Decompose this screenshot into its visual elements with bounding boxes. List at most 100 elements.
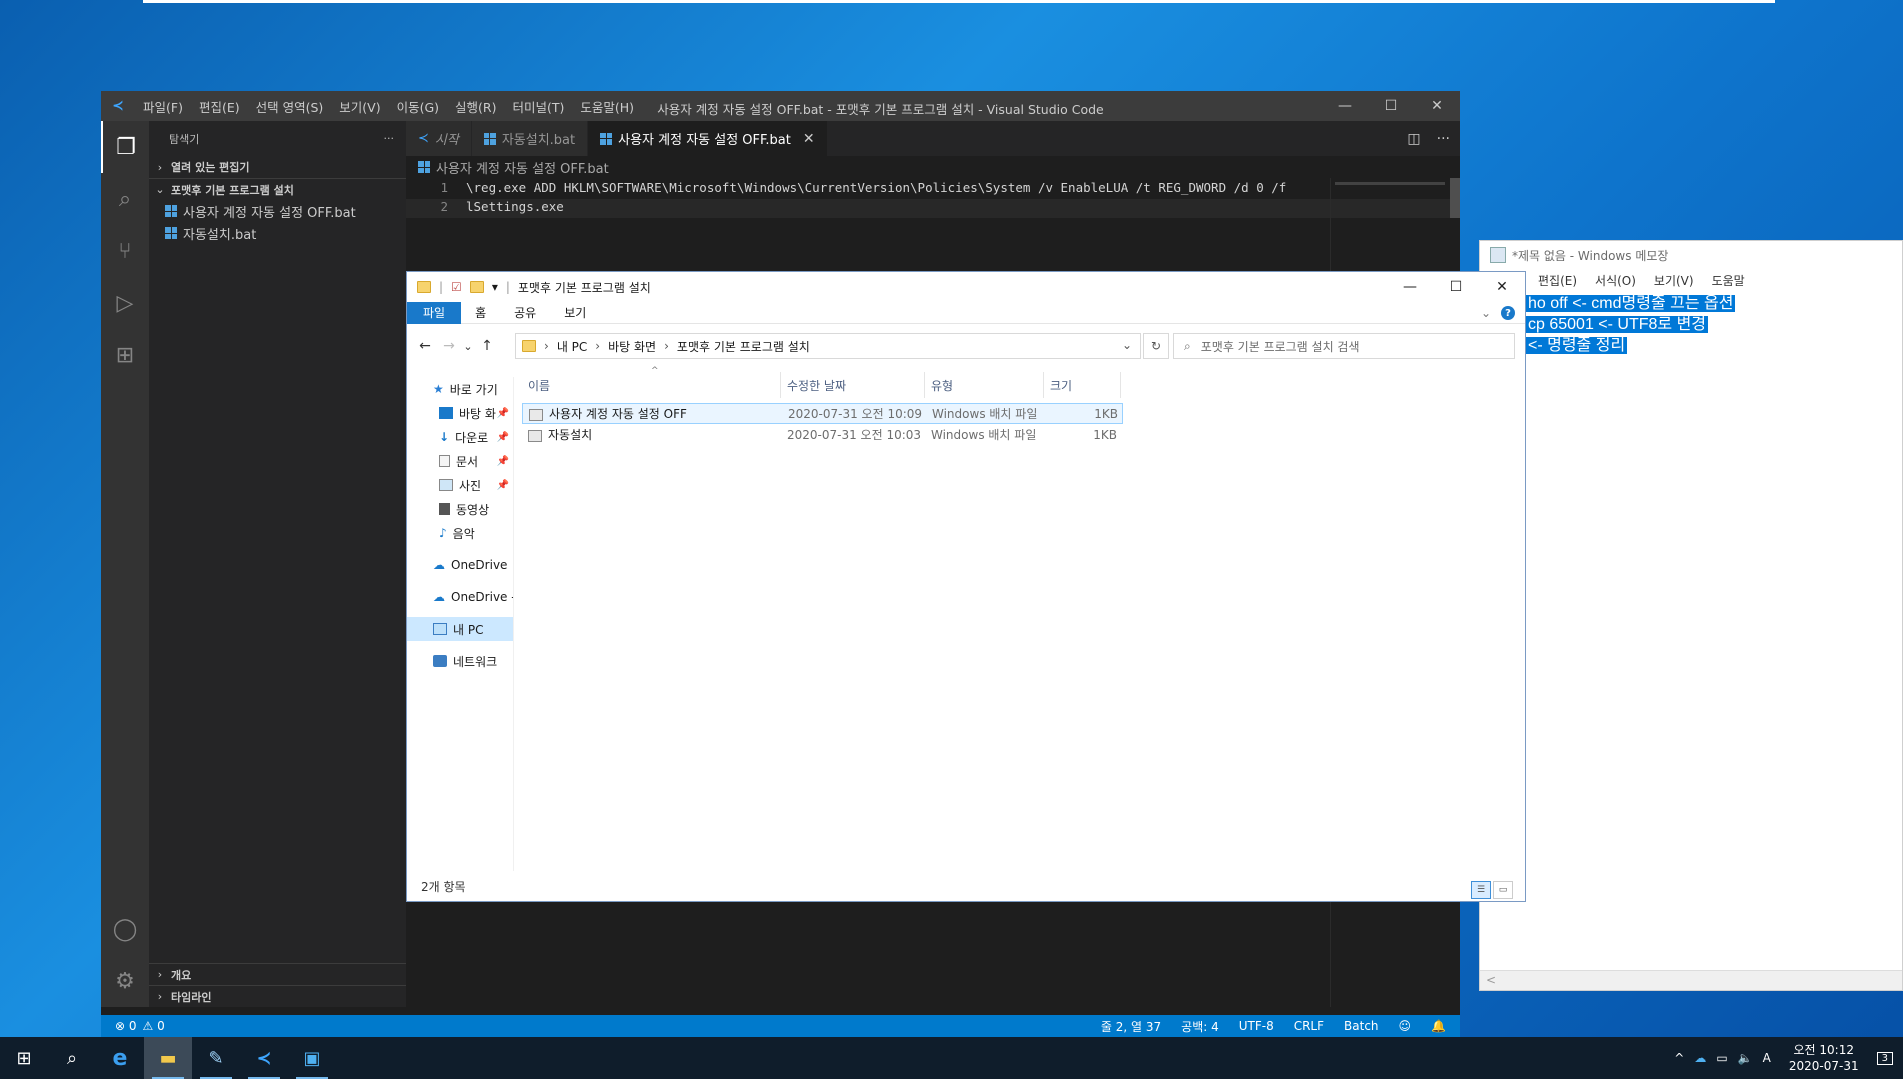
address-bar[interactable]: › 내 PC › 바탕 화면 › 포맷후 기본 프로그램 설치 ⌄ [515, 333, 1141, 359]
forward-button[interactable]: → [437, 338, 461, 354]
edge-icon[interactable]: e [96, 1037, 144, 1079]
notepad-menu-help[interactable]: 도움말 [1712, 272, 1745, 289]
notepad-menu-edit[interactable]: 편집(E) [1538, 272, 1577, 289]
maximize-button[interactable]: ☐ [1368, 91, 1414, 121]
close-button[interactable]: ✕ [1414, 91, 1460, 121]
nav-documents[interactable]: 문서 📌 [407, 449, 513, 473]
nav-downloads[interactable]: ↓ 다운로 📌 [407, 425, 513, 449]
network-icon[interactable]: ▭ [1716, 1051, 1727, 1065]
clock[interactable]: 오전 10:12 2020-07-31 [1781, 1042, 1867, 1074]
menu-go[interactable]: 이동(G) [389, 97, 447, 116]
help-icon[interactable]: ? [1501, 306, 1515, 320]
vscode-icon[interactable]: ≺ [240, 1037, 288, 1079]
onedrive-cloud-icon[interactable]: ☁ [1694, 1051, 1706, 1065]
menu-run[interactable]: 실행(R) [447, 97, 504, 116]
notepad-icon[interactable]: ✎ [192, 1037, 240, 1079]
tab-autoinstall[interactable]: 자동설치.bat [471, 121, 589, 156]
menu-file[interactable]: 파일(F) [135, 97, 191, 116]
encoding[interactable]: UTF-8 [1239, 1019, 1274, 1033]
breadcrumb-file[interactable]: 사용자 계정 자동 설정 OFF.bat [436, 158, 609, 177]
ribbon-tab-view[interactable]: 보기 [550, 302, 600, 324]
notepad-menu-view[interactable]: 보기(V) [1654, 272, 1694, 289]
extensions-icon[interactable]: ⊞ [101, 329, 149, 381]
ribbon-tab-share[interactable]: 공유 [500, 302, 550, 324]
file-explorer-window[interactable]: | ☑ ▾ | 포맷후 기본 프로그램 설치 — ☐ ✕ 파일 홈 공유 보기 … [406, 271, 1526, 902]
tab-welcome[interactable]: ≺ 시작 [406, 121, 472, 156]
nav-quick-access[interactable]: ★ 바로 가기 [407, 377, 513, 401]
feedback-icon[interactable]: ☺ [1399, 1019, 1412, 1033]
indentation[interactable]: 공백: 4 [1181, 1018, 1219, 1035]
breadcrumb-folder[interactable]: 포맷후 기본 프로그램 설치 [677, 338, 810, 355]
code-line[interactable]: 2 lSettings.exe [406, 199, 1460, 218]
search-icon[interactable]: ⌕ [101, 173, 149, 225]
file-explorer-icon[interactable]: ▬ [144, 1037, 192, 1079]
back-button[interactable]: ← [413, 338, 437, 354]
breadcrumb[interactable]: 사용자 계정 자동 설정 OFF.bat [418, 156, 609, 178]
file-item[interactable]: 자동설치.bat [149, 222, 406, 244]
settings-gear-icon[interactable]: ⚙ [101, 955, 149, 1007]
explorer-icon[interactable]: ❐ [101, 121, 149, 173]
file-row[interactable]: 자동설치 2020-07-31 오전 10:03 Windows 배치 파일 1… [522, 424, 1123, 445]
column-modified[interactable]: 수정한 날짜 [781, 372, 925, 398]
tab-close-icon[interactable]: ✕ [803, 131, 815, 147]
run-debug-icon[interactable]: ▷ [101, 277, 149, 329]
close-button[interactable]: ✕ [1479, 272, 1525, 302]
nav-network[interactable]: 네트워크 [407, 649, 513, 673]
scroll-left-icon[interactable]: < [1486, 973, 1496, 987]
code-line[interactable]: 1 \reg.exe ADD HKLM\SOFTWARE\Microsoft\W… [406, 180, 1460, 199]
nav-onedrive-business[interactable]: ☁ OneDrive - [407, 585, 513, 609]
more-actions-icon[interactable]: ··· [1437, 131, 1450, 147]
split-editor-icon[interactable]: ◫ [1407, 131, 1420, 147]
new-folder-icon[interactable] [469, 281, 484, 293]
folder-section[interactable]: ⌄ 포맷후 기본 프로그램 설치 [149, 178, 406, 200]
recent-locations-icon[interactable]: ⌄ [461, 340, 475, 353]
notifications-bell-icon[interactable]: 🔔 [1431, 1019, 1446, 1033]
address-dropdown-icon[interactable]: ⌄ [1122, 338, 1132, 352]
notepad-horizontal-scrollbar[interactable]: < [1480, 970, 1902, 990]
details-view-icon[interactable]: ☰ [1471, 881, 1491, 899]
ime-indicator[interactable]: A [1763, 1051, 1771, 1065]
timeline-section[interactable]: › 타임라인 [149, 985, 406, 1007]
open-editors-section[interactable]: › 열려 있는 편집기 [149, 156, 406, 178]
file-item[interactable]: 사용자 계정 자동 설정 OFF.bat [149, 200, 406, 222]
large-icons-view-icon[interactable]: ▭ [1493, 881, 1513, 899]
more-actions-icon[interactable]: ··· [384, 132, 395, 145]
menu-edit[interactable]: 편집(E) [191, 97, 248, 116]
nav-pictures[interactable]: 사진 📌 [407, 473, 513, 497]
notification-center-icon[interactable]: 3 [1876, 1051, 1893, 1065]
file-row[interactable]: 사용자 계정 자동 설정 OFF 2020-07-31 오전 10:09 Win… [522, 403, 1123, 424]
explorer-titlebar[interactable]: | ☑ ▾ | 포맷후 기본 프로그램 설치 — ☐ ✕ [407, 272, 1525, 302]
notepad-text-area[interactable]: ho off <- cmd명령줄 끄는 옵션 cp 65001 <- UTF8로… [1526, 293, 1736, 356]
breadcrumb-this-pc[interactable]: 내 PC [557, 338, 587, 355]
vscode-titlebar[interactable]: ≺ 파일(F) 편집(E) 선택 영역(S) 보기(V) 이동(G) 실행(R)… [101, 91, 1460, 121]
refresh-button[interactable]: ↻ [1143, 333, 1169, 359]
notepad-window[interactable]: *제목 없음 - Windows 메모장 편집(E) 서식(O) 보기(V) 도… [1479, 240, 1903, 991]
outline-section[interactable]: › 개요 [149, 963, 406, 985]
expand-ribbon-icon[interactable]: ⌄ [1481, 306, 1491, 320]
qa-dropdown-icon[interactable]: ▾ [492, 280, 498, 294]
tab-uac-off[interactable]: 사용자 계정 자동 설정 OFF.bat ✕ [588, 121, 828, 156]
menu-view[interactable]: 보기(V) [331, 97, 388, 116]
nav-desktop[interactable]: 바탕 화 📌 [407, 401, 513, 425]
ribbon-tab-home[interactable]: 홈 [461, 302, 500, 324]
volume-icon[interactable]: 🔈 [1738, 1051, 1753, 1065]
editor-scrollbar[interactable] [1450, 178, 1460, 218]
column-name[interactable]: 이름 [522, 372, 781, 398]
app-icon[interactable]: ▣ [288, 1037, 336, 1079]
source-control-icon[interactable]: ⑂ [101, 225, 149, 277]
end-of-line[interactable]: CRLF [1294, 1019, 1324, 1033]
cursor-position[interactable]: 줄 2, 열 37 [1101, 1018, 1161, 1035]
nav-onedrive[interactable]: ☁ OneDrive [407, 553, 513, 577]
up-button[interactable]: ↑ [475, 338, 499, 354]
search-icon[interactable]: ⌕ [48, 1037, 96, 1079]
menu-terminal[interactable]: 터미널(T) [505, 97, 573, 116]
properties-icon[interactable]: ☑ [451, 280, 462, 294]
ribbon-tab-file[interactable]: 파일 [407, 301, 462, 324]
warnings-indicator[interactable]: ⚠ 0 [143, 1019, 165, 1033]
minimize-button[interactable]: — [1322, 91, 1368, 121]
notepad-titlebar[interactable]: *제목 없음 - Windows 메모장 [1480, 241, 1902, 269]
tray-chevron-icon[interactable]: ^ [1674, 1051, 1684, 1065]
menu-selection[interactable]: 선택 영역(S) [248, 97, 332, 116]
minimize-button[interactable]: — [1387, 272, 1433, 302]
errors-indicator[interactable]: ⊗ 0 [115, 1019, 137, 1033]
